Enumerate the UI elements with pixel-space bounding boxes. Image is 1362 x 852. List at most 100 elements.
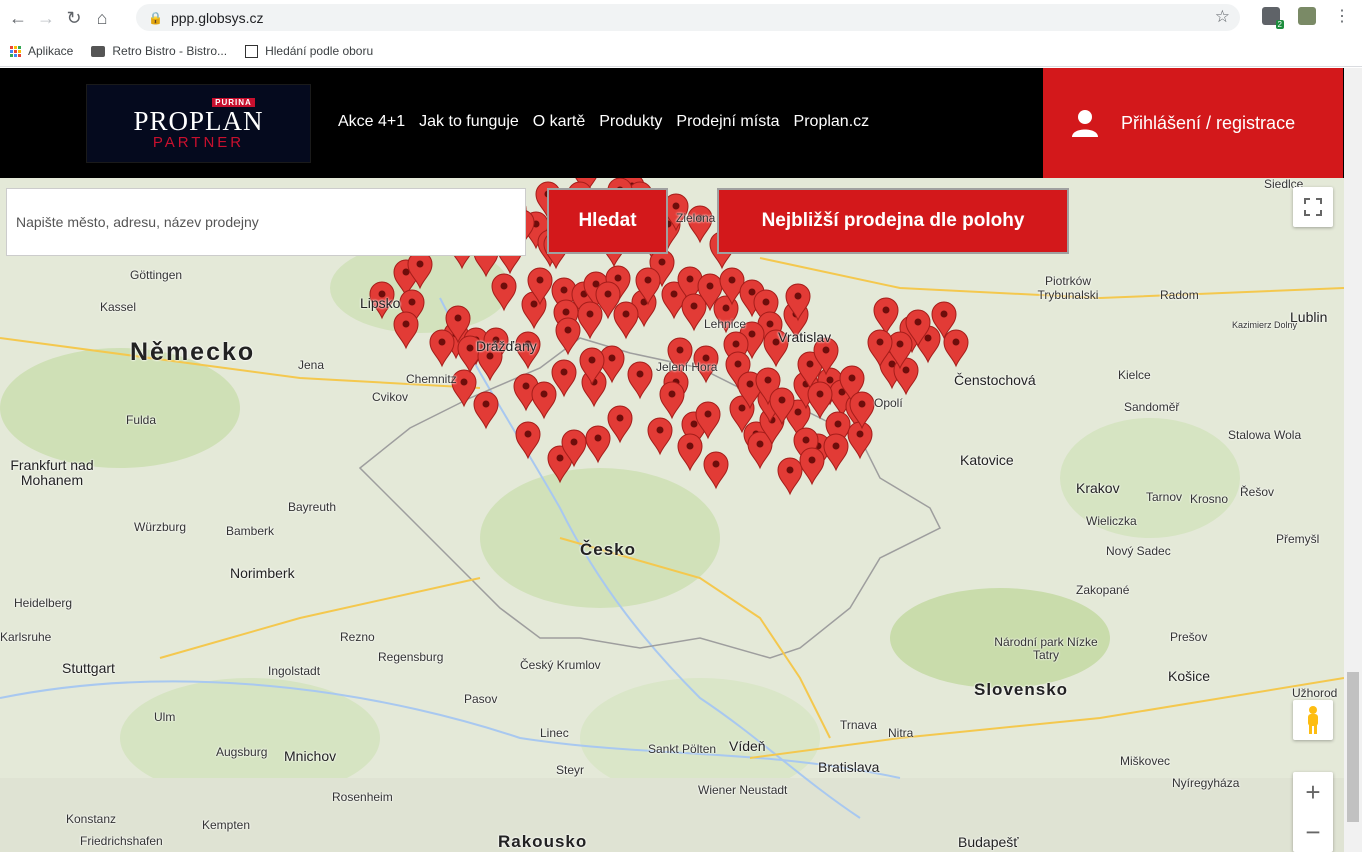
proplan-logo[interactable]: PURINA PROPLAN PARTNER bbox=[86, 84, 311, 163]
store-pin-dot bbox=[686, 442, 694, 450]
city-label: Konstanz bbox=[66, 812, 117, 826]
zoom-in-button[interactable]: + bbox=[1293, 772, 1333, 812]
city-label: Linec bbox=[540, 726, 569, 740]
store-pin-dot bbox=[876, 338, 884, 346]
store-pin-dot bbox=[826, 376, 834, 384]
store-pin-dot bbox=[570, 438, 578, 446]
store-pin-dot bbox=[704, 410, 712, 418]
city-label: Pasov bbox=[464, 692, 498, 706]
browser-toolbar: ← → ↻ ⌂ 🔒 ppp.globsys.cz ☆ 2 ⋮ bbox=[0, 0, 1362, 36]
bookmark-label: Aplikace bbox=[28, 44, 74, 58]
city-label: Kassel bbox=[100, 300, 137, 314]
store-pin-dot bbox=[402, 268, 410, 276]
city-label: Drážďany bbox=[476, 338, 537, 354]
city-label: Ulm bbox=[154, 710, 176, 724]
store-pin-dot bbox=[530, 300, 538, 308]
store-pin-dot bbox=[746, 380, 754, 388]
search-button[interactable]: Hledat bbox=[547, 188, 668, 254]
nav-proplan-cz[interactable]: Proplan.cz bbox=[794, 113, 870, 131]
store-map[interactable]: Německo Česko Slovensko Rakousko Götting… bbox=[0, 178, 1344, 852]
store-pin-dot bbox=[588, 356, 596, 364]
bookmark-hledani[interactable]: Hledání podle oboru bbox=[245, 44, 373, 58]
city-label: Kempten bbox=[202, 818, 251, 832]
nav-akce[interactable]: Akce 4+1 bbox=[338, 113, 405, 131]
store-pin-dot bbox=[786, 466, 794, 474]
store-pin-dot bbox=[734, 360, 742, 368]
city-label: Fulda bbox=[126, 413, 157, 427]
store-pin-dot bbox=[536, 276, 544, 284]
zoom-out-button[interactable]: − bbox=[1293, 812, 1333, 852]
store-pin-dot bbox=[402, 320, 410, 328]
city-label: Frankfurt nad Mohanem bbox=[10, 457, 94, 488]
nav-o-karte[interactable]: O kartě bbox=[533, 113, 585, 131]
city-label: Norimberk bbox=[230, 565, 295, 581]
city-label: Kazimierz Dolny bbox=[1232, 320, 1298, 330]
store-pin-dot bbox=[616, 414, 624, 422]
street-view-pegman[interactable] bbox=[1293, 700, 1333, 740]
store-pin-dot bbox=[762, 298, 770, 306]
city-label: Mnichov bbox=[284, 748, 337, 764]
store-pin-dot bbox=[940, 310, 948, 318]
nav-prodejni-mista[interactable]: Prodejní místa bbox=[676, 113, 779, 131]
store-pin-dot bbox=[644, 276, 652, 284]
back-icon[interactable]: ← bbox=[4, 4, 32, 32]
city-label: Jelení Hora bbox=[656, 360, 718, 374]
store-pin-dot bbox=[832, 442, 840, 450]
reload-icon[interactable]: ↻ bbox=[60, 4, 88, 32]
fullscreen-icon bbox=[1304, 198, 1322, 216]
city-label: Rosenheim bbox=[332, 790, 393, 804]
home-icon[interactable]: ⌂ bbox=[88, 4, 116, 32]
city-label: Kielce bbox=[1118, 368, 1151, 382]
location-search-input[interactable]: Napište město, adresu, název prodejny bbox=[6, 188, 526, 256]
store-pin-dot bbox=[690, 420, 698, 428]
bookmark-apps[interactable]: Aplikace bbox=[10, 44, 73, 58]
menu-icon[interactable]: ⋮ bbox=[1334, 6, 1350, 26]
city-label: Augsburg bbox=[216, 745, 268, 759]
scrollbar-thumb[interactable] bbox=[1347, 672, 1359, 822]
main-nav: Akce 4+1 Jak to funguje O kartě Produkty… bbox=[338, 113, 869, 131]
city-label: Lehnice bbox=[704, 317, 747, 331]
fullscreen-button[interactable] bbox=[1293, 187, 1333, 227]
nearest-store-button[interactable]: Nejbližší prodejna dle polohy bbox=[717, 188, 1069, 254]
store-pin-dot bbox=[902, 366, 910, 374]
nav-jak-to-funguje[interactable]: Jak to funguje bbox=[419, 113, 519, 131]
store-pin-dot bbox=[524, 430, 532, 438]
store-pin-dot bbox=[766, 320, 774, 328]
city-label: Miškovec bbox=[1120, 754, 1171, 768]
store-pin-dot bbox=[482, 400, 490, 408]
city-label: Vídeň bbox=[729, 738, 766, 754]
store-pin-dot bbox=[586, 310, 594, 318]
store-pin-dot bbox=[834, 420, 842, 428]
extension-shield-icon[interactable]: 2 bbox=[1262, 7, 1284, 29]
store-pin-dot bbox=[722, 304, 730, 312]
store-pin-dot bbox=[560, 286, 568, 294]
city-label: Piotrków Trybunalski bbox=[1037, 274, 1099, 302]
forward-icon[interactable]: → bbox=[32, 4, 60, 32]
store-pin-dot bbox=[738, 404, 746, 412]
login-button[interactable]: Přihlášení / registrace bbox=[1043, 68, 1343, 178]
address-bar[interactable]: 🔒 ppp.globsys.cz ☆ bbox=[136, 4, 1240, 31]
city-label: Nitra bbox=[888, 726, 914, 740]
store-pin-dot bbox=[856, 430, 864, 438]
city-label: Stuttgart bbox=[62, 660, 115, 676]
profile-avatar[interactable] bbox=[1298, 7, 1316, 25]
store-pin-dot bbox=[778, 396, 786, 404]
city-label: Přemyšl bbox=[1276, 532, 1320, 546]
bookmark-retro-bistro[interactable]: Retro Bistro - Bistro... bbox=[91, 44, 227, 58]
bookmark-label: Retro Bistro - Bistro... bbox=[112, 44, 228, 58]
bookmark-label: Hledání podle oboru bbox=[265, 44, 374, 58]
city-label: Vratislav bbox=[778, 329, 832, 345]
city-label: Wieliczka bbox=[1086, 514, 1137, 528]
store-pin-dot bbox=[822, 346, 830, 354]
country-label: Rakousko bbox=[498, 832, 588, 851]
bookmark-star-icon[interactable]: ☆ bbox=[1215, 7, 1230, 27]
login-label: Přihlášení / registrace bbox=[1121, 112, 1296, 133]
city-label: Rezno bbox=[340, 630, 375, 644]
store-pin-dot bbox=[562, 308, 570, 316]
city-label: Nyíregyháza bbox=[1172, 776, 1240, 790]
store-pin-dot bbox=[636, 370, 644, 378]
city-label: Čenstochová bbox=[954, 372, 1036, 388]
store-pin-dot bbox=[408, 298, 416, 306]
nav-produkty[interactable]: Produkty bbox=[599, 113, 662, 131]
store-pin-dot bbox=[608, 354, 616, 362]
